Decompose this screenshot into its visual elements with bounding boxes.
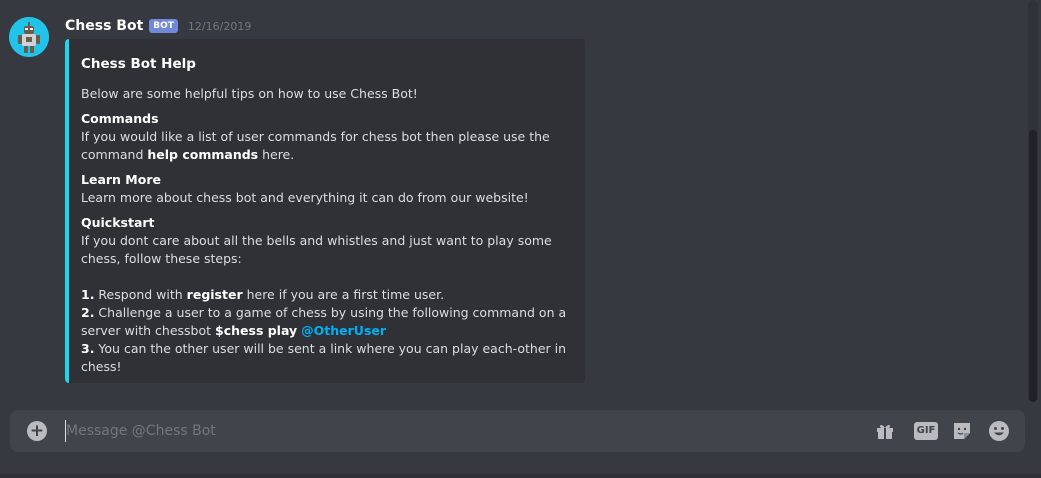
emoji-icon[interactable]	[987, 420, 1011, 442]
author-name[interactable]: Chess Bot	[65, 18, 143, 34]
embed-field-learn-more: Learn More Learn more about chess bot an…	[81, 171, 573, 207]
step-text: You can the other user will be sent a li…	[81, 341, 567, 374]
embed-field-quickstart: Quickstart If you dont care about all th…	[81, 214, 573, 376]
sticker-icon[interactable]	[950, 420, 974, 442]
field-name: Quickstart	[81, 215, 155, 230]
step-text: here if you are a first time user.	[242, 287, 445, 302]
step-number: 3.	[81, 341, 95, 356]
field-name: Commands	[81, 111, 159, 126]
message-composer: + GIF	[10, 410, 1025, 452]
gift-icon-svg	[877, 424, 893, 439]
command-text: $chess play	[215, 323, 298, 338]
quickstart-step-1: 1. Respond with register here if you are…	[81, 286, 573, 304]
embed-field-commands: Commands If you would like a list of use…	[81, 110, 573, 164]
robot-avatar-icon	[9, 17, 49, 57]
chat-area: Chess Bot BOT 12/16/2019 Chess Bot Help …	[0, 0, 1041, 400]
embed-title: Chess Bot Help	[81, 56, 196, 72]
bot-badge: BOT	[149, 19, 178, 33]
message-input[interactable]	[65, 420, 846, 442]
step-text: Respond with	[94, 287, 187, 302]
help-embed: Chess Bot Help Below are some helpful ti…	[65, 39, 585, 383]
user-mention[interactable]: @OtherUser	[301, 323, 386, 338]
gift-icon[interactable]	[873, 420, 897, 442]
step-number: 2.	[81, 305, 95, 320]
field-value: If you would like a list of user command…	[81, 128, 573, 164]
step-number: 1.	[81, 287, 95, 302]
message-header: Chess Bot BOT 12/16/2019	[65, 17, 251, 35]
gif-icon[interactable]: GIF	[911, 420, 941, 442]
quickstart-step-3: 3. You can the other user will be sent a…	[81, 340, 573, 376]
quickstart-step-2: 2. Challenge a user to a game of chess b…	[81, 304, 573, 340]
bottom-divider	[0, 474, 1041, 478]
scrollbar-thumb[interactable]	[1029, 130, 1037, 402]
quickstart-intro: If you dont care about all the bells and…	[81, 233, 552, 266]
avatar[interactable]	[9, 17, 49, 57]
plus-circle-icon[interactable]: +	[27, 421, 47, 441]
field-name: Learn More	[81, 172, 161, 187]
message-input-wrap	[65, 420, 846, 442]
field-value: If you dont care about all the bells and…	[81, 232, 573, 376]
gif-label: GIF	[913, 422, 939, 440]
emoji-icon-svg	[989, 421, 1009, 441]
command-text: register	[186, 287, 243, 302]
embed-description: Below are some helpful tips on how to us…	[81, 86, 418, 101]
command-text: help commands	[147, 147, 259, 162]
field-value: Learn more about chess bot and everythin…	[81, 190, 529, 205]
message-timestamp: 12/16/2019	[187, 19, 252, 33]
sticker-icon-svg	[954, 423, 970, 439]
field-text: here.	[258, 147, 295, 162]
